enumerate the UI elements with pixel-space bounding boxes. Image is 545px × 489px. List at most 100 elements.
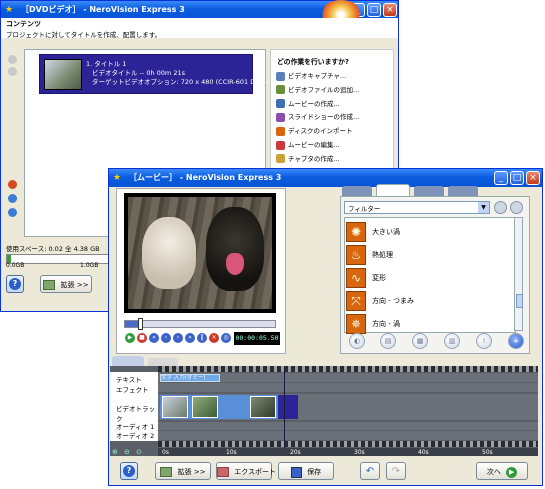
chapter-marker-icon[interactable] <box>8 208 17 217</box>
properties-icon[interactable] <box>8 194 17 203</box>
filter-item[interactable]: ⤧ 方向 - つまみ <box>346 290 414 312</box>
action-item-label: ディスクのインポート <box>288 127 353 136</box>
film-perforation-bottom <box>158 441 538 447</box>
filter-dropdown[interactable]: フィルター ▼ <box>344 201 490 214</box>
filter-search-button[interactable] <box>494 201 507 214</box>
title-list-item[interactable]: 1. タイトル 1 ビデオタイトル -- 0h 00m 21s ターゲットビデオ… <box>39 54 281 94</box>
audio1-track[interactable] <box>158 422 538 430</box>
clip-thumbnail-3 <box>250 396 276 418</box>
action-item[interactable]: ディスクのインポート <box>276 125 353 137</box>
tab-transitions[interactable] <box>342 186 372 196</box>
more-button-label: 拡張 >> <box>60 281 89 289</box>
zoom-in-icon[interactable]: ⊕ <box>112 448 118 456</box>
filter-action-1-icon[interactable]: ◐ <box>349 333 365 349</box>
action-item[interactable]: ビデオキャプチャ... <box>276 70 346 82</box>
edit-movie-icon <box>276 140 285 150</box>
close-button[interactable]: × <box>526 171 540 185</box>
move-up-icon[interactable] <box>8 55 17 64</box>
next-button[interactable]: 次へ ▶ <box>476 462 528 480</box>
filter-action-4-icon[interactable]: ▥ <box>444 333 460 349</box>
maximize-button[interactable]: □ <box>510 171 524 185</box>
filter-item[interactable]: ♨ 熱処理 <box>346 244 393 266</box>
action-item[interactable]: スライドショーの作成... <box>276 111 359 123</box>
snapshot-icon[interactable]: ◎ <box>221 333 231 343</box>
movie-icon <box>276 99 285 109</box>
heat-icon: ♨ <box>346 245 366 265</box>
filter-action-5-icon[interactable]: ! <box>476 333 492 349</box>
action-item-label: ムービーの編集... <box>288 141 340 149</box>
prev-frame-icon[interactable]: ‹ <box>161 333 171 343</box>
ruler-label: 20s <box>290 449 301 456</box>
fast-forward-icon[interactable]: » <box>185 333 195 343</box>
help-button[interactable]: ? <box>120 462 138 480</box>
split-icon[interactable]: ‖ <box>197 333 207 343</box>
maximize-button[interactable]: □ <box>367 3 381 17</box>
tab-timeline[interactable] <box>112 356 144 366</box>
title-video-options: ターゲットビデオオプション: 720 x 480 (CCIR-601 D1) -… <box>92 78 282 86</box>
filter-action-2-icon[interactable]: ▤ <box>380 333 396 349</box>
action-item[interactable]: ムービーの編集... <box>276 139 340 151</box>
minimize-button[interactable]: _ <box>494 171 508 185</box>
track-label-text: テキスト <box>116 376 142 384</box>
ruler-label: 30s <box>354 449 365 456</box>
chevron-down-icon: ▼ <box>478 202 489 213</box>
filter-action-3-icon[interactable]: ▦ <box>412 333 428 349</box>
ruler-label: 50s <box>482 449 493 456</box>
zoom-out-icon[interactable]: ⊖ <box>124 448 130 456</box>
stop-icon[interactable]: ■ <box>137 333 147 343</box>
black-dog-shape <box>206 207 264 291</box>
action-item[interactable]: チャプタの作成... <box>276 153 340 165</box>
dvd-header: コンテンツ プロジェクトに対してタイトルを作成、配置します。 <box>1 18 398 39</box>
next-frame-icon[interactable]: › <box>173 333 183 343</box>
text-clip[interactable]: 文字 入力(ダミー) <box>160 374 220 382</box>
next-arrow-icon: ▶ <box>506 466 518 478</box>
delete-clip-icon[interactable]: × <box>209 333 219 343</box>
effect-track[interactable] <box>158 383 538 392</box>
dog-tongue-shape <box>226 253 244 275</box>
audio2-track[interactable] <box>158 431 538 440</box>
help-button[interactable]: ? <box>6 275 24 293</box>
filter-clear-button[interactable] <box>510 201 523 214</box>
swirl-icon: ✺ <box>346 222 366 242</box>
zoom-fit-icon[interactable]: ⊙ <box>136 448 142 456</box>
filter-scrollbar[interactable] <box>514 217 523 331</box>
track-label-audio2: オーディオ 2 <box>116 432 155 440</box>
play-icon[interactable]: ▶ <box>125 333 135 343</box>
more-button[interactable]: 拡張 >> <box>40 275 92 293</box>
scrub-handle[interactable] <box>138 318 143 330</box>
pinch-icon: ⤧ <box>346 291 366 311</box>
filter-item-label: 熱処理 <box>372 251 393 259</box>
export-button[interactable]: エクスポート <box>216 462 276 480</box>
tab-media[interactable] <box>448 186 478 196</box>
filter-item[interactable]: ✺ 大きい渦 <box>346 221 400 243</box>
action-item[interactable]: ビデオファイルの追加... <box>276 84 359 96</box>
video-clip-selected[interactable] <box>278 395 298 419</box>
warp-icon: ∿ <box>346 268 366 288</box>
filter-item-label: 大きい渦 <box>372 228 400 236</box>
timeline-playhead[interactable] <box>284 368 285 448</box>
filter-item[interactable]: ∿ 変形 <box>346 267 386 289</box>
action-item-label: ビデオキャプチャ... <box>288 72 347 80</box>
undo-button[interactable]: ↶ <box>360 462 380 480</box>
undo-icon: ↶ <box>365 466 375 477</box>
ruler-label: 40s <box>418 449 429 456</box>
app-logo-icon: ★ <box>5 5 14 15</box>
filter-item[interactable]: ✵ 方向 - 渦 <box>346 313 400 335</box>
redo-button[interactable]: ↷ <box>386 462 406 480</box>
add-filter-icon[interactable]: + <box>508 333 524 349</box>
direction-swirl-icon: ✵ <box>346 314 366 334</box>
delete-icon[interactable] <box>8 180 17 189</box>
section-label: コンテンツ <box>6 20 41 28</box>
rewind-icon[interactable]: « <box>149 333 159 343</box>
move-down-icon[interactable] <box>8 67 17 76</box>
tab-storyboard[interactable] <box>148 358 178 366</box>
more-button[interactable]: 拡張 >> <box>155 462 211 480</box>
action-item[interactable]: ムービーの作成... <box>276 98 340 110</box>
tab-effects[interactable] <box>376 184 410 196</box>
close-button[interactable]: × <box>383 3 397 17</box>
clip-thumbnail-2 <box>192 396 218 418</box>
save-button[interactable]: 保存 <box>278 462 334 480</box>
filter-scroll-thumb[interactable] <box>516 294 523 308</box>
scrub-bar[interactable] <box>124 320 276 328</box>
tab-text[interactable] <box>414 186 444 196</box>
